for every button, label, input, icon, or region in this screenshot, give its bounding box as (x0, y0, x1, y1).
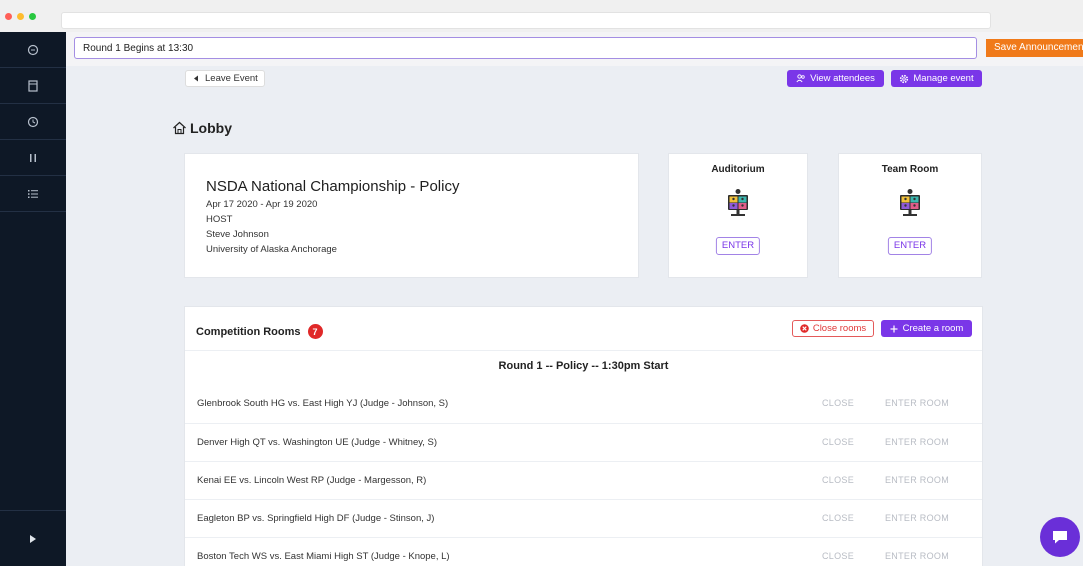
close-room-button[interactable]: CLOSE (822, 398, 854, 408)
enter-room-button[interactable]: ENTER ROOM (885, 551, 949, 561)
competition-rooms-card: Competition Rooms 7 Close rooms Create a… (185, 307, 982, 566)
page-title: Lobby (172, 120, 232, 136)
close-room-button[interactable]: CLOSE (822, 437, 854, 447)
host-name: Steve Johnson (206, 229, 269, 240)
leave-event-button[interactable]: Leave Event (185, 70, 265, 87)
video-conference-icon (900, 189, 920, 216)
event-dates: Apr 17 2020 - Apr 19 2020 (206, 199, 318, 210)
chat-bubble-icon (1053, 531, 1067, 544)
list-icon (28, 189, 38, 198)
close-rooms-button[interactable]: Close rooms (792, 320, 874, 337)
address-bar[interactable] (61, 12, 991, 29)
event-title: NSDA National Championship - Policy (206, 178, 460, 195)
match-label: Eagleton BP vs. Springfield High DF (Jud… (197, 513, 435, 524)
table-row: Kenai EE vs. Lincoln West RP (Judge - Ma… (185, 461, 982, 499)
announcement-input[interactable] (74, 37, 977, 59)
event-info-card: NSDA National Championship - Policy Apr … (185, 154, 638, 277)
leave-event-label: Leave Event (205, 73, 258, 84)
sidebar-item-chat[interactable] (0, 32, 66, 68)
play-icon (30, 534, 36, 543)
browser-titlebar (0, 0, 1083, 33)
create-room-button[interactable]: Create a room (881, 320, 972, 337)
close-room-button[interactable]: CLOSE (822, 475, 854, 485)
table-row: Denver High QT vs. Washington UE (Judge … (185, 423, 982, 461)
create-room-label: Create a room (902, 323, 964, 334)
plus-icon (890, 325, 898, 332)
chat-icon (27, 44, 39, 55)
close-room-button[interactable]: CLOSE (822, 551, 854, 561)
lobby-title: Lobby (190, 120, 232, 136)
window-minimize-dot[interactable] (17, 13, 24, 20)
sidebar-expand-button[interactable] (0, 510, 66, 566)
team-room-title: Team Room (881, 164, 939, 175)
home-icon (173, 121, 186, 135)
host-label: HOST (206, 214, 233, 225)
window-zoom-dot[interactable] (29, 13, 36, 20)
match-label: Glenbrook South HG vs. East High YJ (Jud… (197, 398, 449, 409)
competition-rooms-heading: Competition Rooms 7 (196, 324, 323, 339)
enter-room-button[interactable]: ENTER ROOM (885, 398, 949, 408)
competition-rooms-title: Competition Rooms (196, 325, 301, 338)
save-announcement-button[interactable]: Save Announcement (986, 39, 1083, 57)
table-row: Boston Tech WS vs. East Miami High ST (J… (185, 537, 982, 566)
round-heading: Round 1 -- Policy -- 1:30pm Start (498, 360, 669, 372)
manage-event-button[interactable]: Manage event (891, 70, 982, 87)
sidebar-item-schedule[interactable] (0, 104, 66, 140)
manage-event-label: Manage event (913, 73, 974, 84)
divider (185, 350, 982, 351)
close-rooms-label: Close rooms (812, 323, 867, 334)
gear-icon (900, 74, 909, 83)
window-close-dot[interactable] (5, 13, 12, 20)
team-room-enter-button[interactable]: ENTER (887, 237, 933, 255)
users-icon (796, 74, 805, 83)
bookmark-icon (28, 79, 38, 92)
sidebar-item-list[interactable] (0, 176, 66, 212)
table-row: Glenbrook South HG vs. East High YJ (Jud… (185, 385, 982, 423)
caret-left-icon (194, 75, 198, 82)
enter-room-button[interactable]: ENTER ROOM (885, 437, 949, 447)
host-org: University of Alaska Anchorage (206, 244, 337, 255)
video-conference-icon (728, 189, 748, 216)
sidebar-item-docs[interactable] (0, 68, 66, 104)
room-count-badge: 7 (307, 324, 323, 339)
view-attendees-button[interactable]: View attendees (787, 70, 884, 87)
pause-icon (30, 153, 36, 162)
match-label: Kenai EE vs. Lincoln West RP (Judge - Ma… (197, 475, 427, 486)
view-attendees-label: View attendees (810, 73, 875, 84)
enter-room-button[interactable]: ENTER ROOM (885, 513, 949, 523)
auditorium-enter-button[interactable]: ENTER (715, 237, 761, 255)
close-room-button[interactable]: CLOSE (822, 513, 854, 523)
match-label: Boston Tech WS vs. East Miami High ST (J… (197, 551, 450, 562)
enter-room-button[interactable]: ENTER ROOM (885, 475, 949, 485)
team-room-card: Team Room ENTER (839, 154, 981, 277)
auditorium-title: Auditorium (711, 164, 765, 175)
clock-icon (27, 116, 39, 127)
close-circle-icon (800, 324, 809, 333)
chat-widget-button[interactable] (1040, 517, 1080, 557)
sidebar (0, 32, 66, 566)
table-row: Eagleton BP vs. Springfield High DF (Jud… (185, 499, 982, 537)
auditorium-card: Auditorium ENTER (669, 154, 807, 277)
sidebar-item-pause[interactable] (0, 140, 66, 176)
match-label: Denver High QT vs. Washington UE (Judge … (197, 437, 438, 448)
